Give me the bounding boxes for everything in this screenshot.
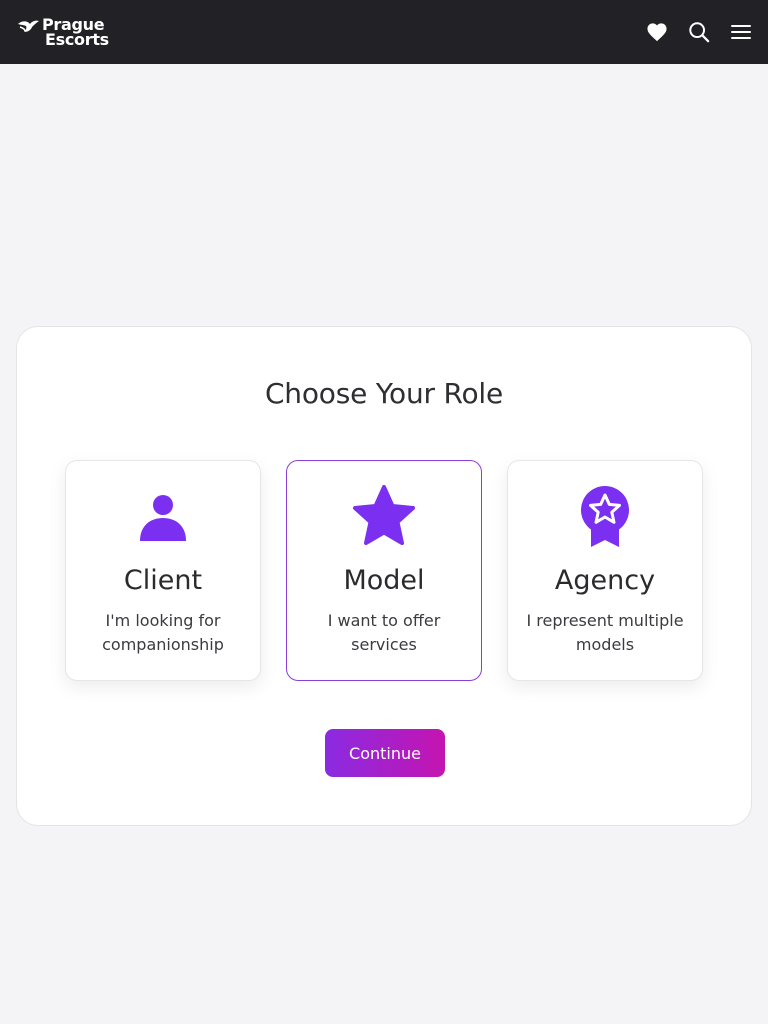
role-name: Client [123, 565, 203, 596]
continue-button[interactable]: Continue [325, 729, 445, 777]
role-description: I represent multiple models [526, 611, 684, 654]
role-description: I want to offer services [327, 611, 441, 654]
role-description: I'm looking for companionship [102, 611, 224, 654]
star-icon [287, 485, 481, 549]
logo-text: Prague Escorts [42, 17, 109, 49]
heart-icon[interactable] [646, 21, 668, 43]
bird-logo-icon [18, 20, 39, 32]
role-option-agency[interactable]: Agency I represent multiple models [507, 460, 703, 681]
choose-role-card: Choose Your Role Client I'm looking for … [16, 326, 752, 826]
top-nav-bar: Prague Escorts [0, 0, 768, 64]
person-icon [66, 485, 260, 549]
award-badge-icon [508, 485, 702, 549]
role-option-client[interactable]: Client I'm looking for companionship [65, 460, 261, 681]
site-logo[interactable]: Prague Escorts [16, 17, 109, 49]
page-title: Choose Your Role [264, 377, 504, 410]
role-option-model[interactable]: Model I want to offer services [286, 460, 482, 681]
logo-line-2: Escorts [45, 30, 109, 49]
header-actions [646, 21, 752, 43]
role-name: Model [343, 565, 425, 596]
search-icon[interactable] [688, 21, 710, 43]
menu-icon[interactable] [730, 21, 752, 43]
role-name: Agency [554, 565, 656, 596]
